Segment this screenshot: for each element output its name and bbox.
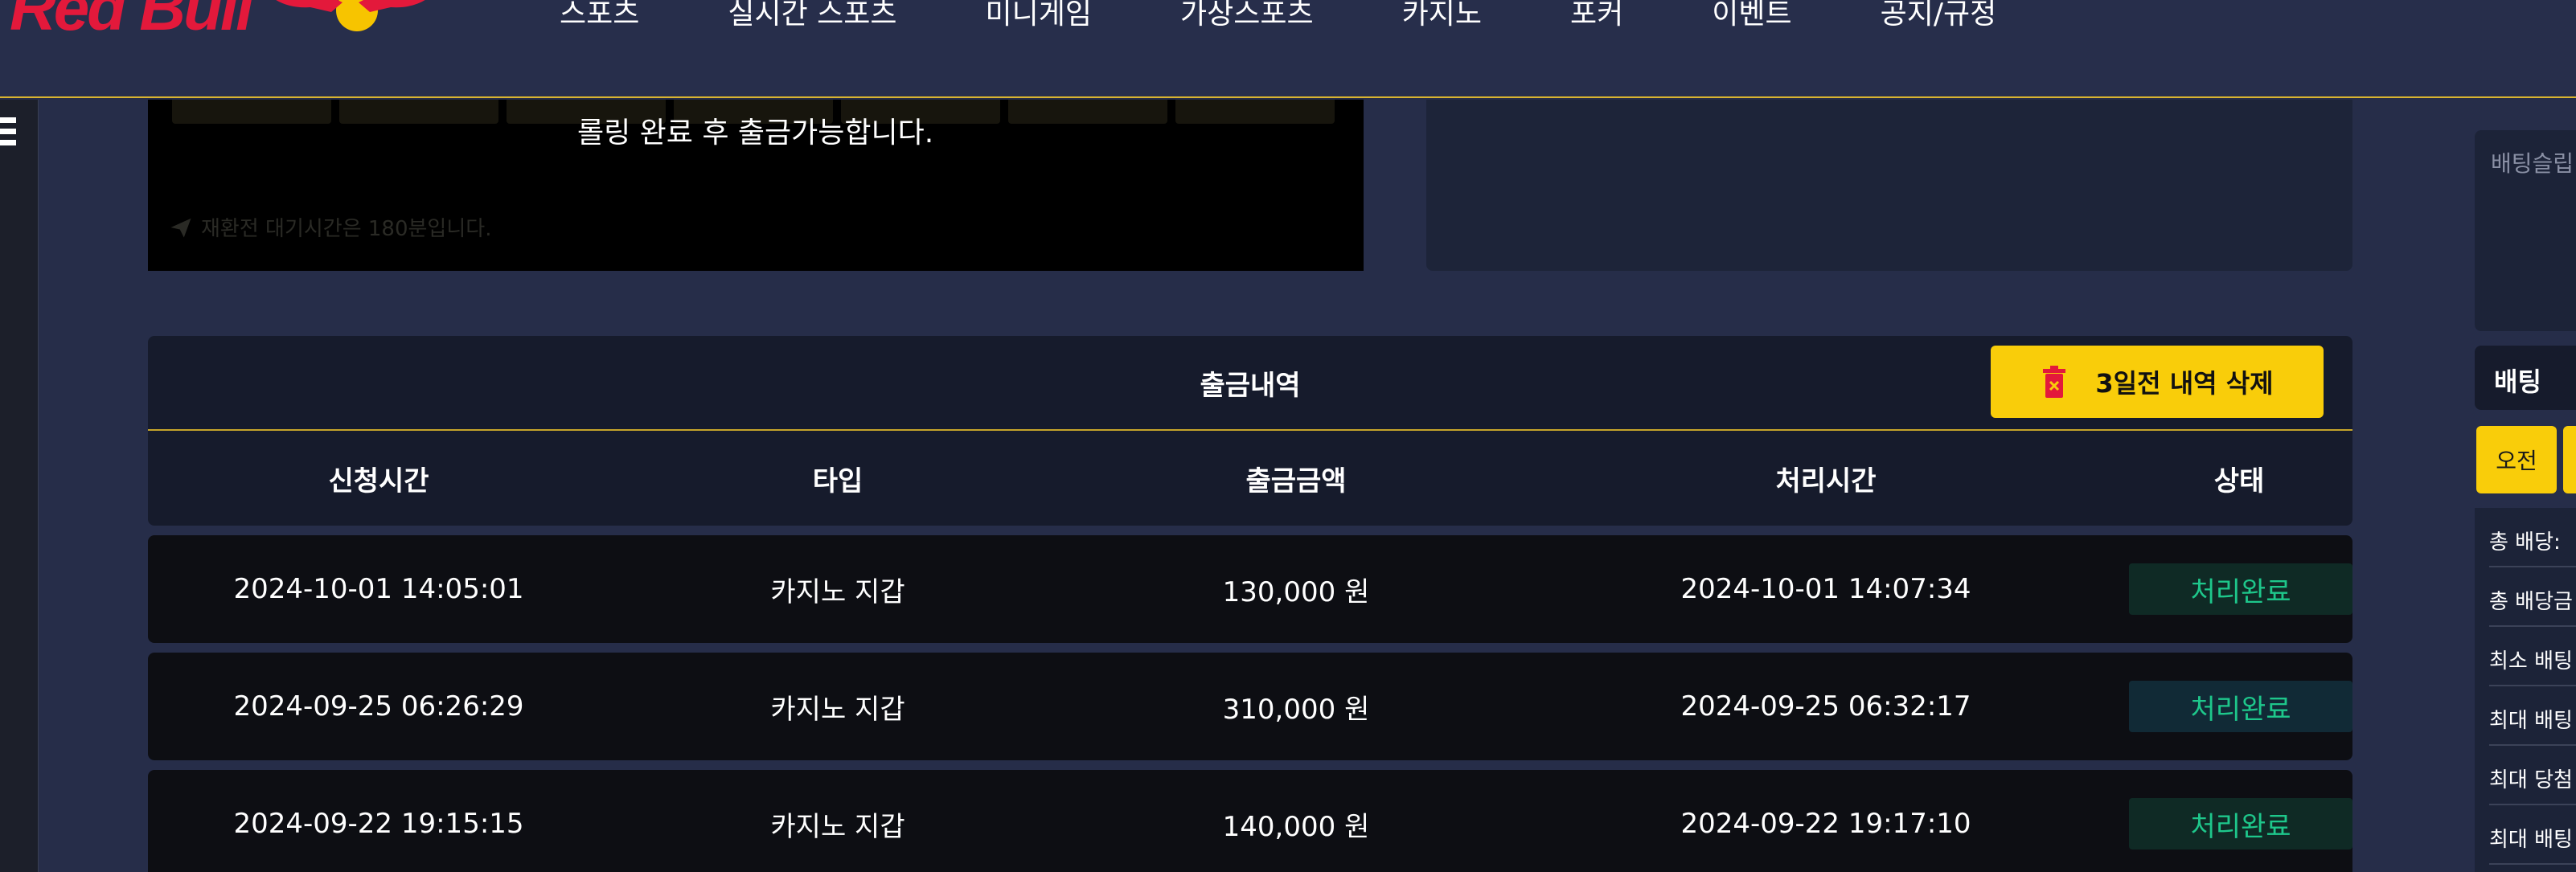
- column-header-status: 상태: [2213, 465, 2265, 497]
- bet-slip-area: 배팅슬립: [2475, 130, 2576, 331]
- cell-type: 카지노 지갑: [770, 693, 905, 726]
- status-badge: 처리완료: [2129, 681, 2352, 732]
- cell-status: 처리완료: [2126, 798, 2352, 849]
- table-row: 2024-10-01 14:05:01 카지노 지갑 130,000 원 202…: [148, 535, 2352, 643]
- cell-requested-time: 2024-09-22 19:15:15: [233, 808, 524, 840]
- bet-slip-secondary-button[interactable]: [2563, 426, 2576, 493]
- page: Red Bull 스포츠 실시간 스포츠 미니게임 가상스포츠 카지노 포커 이…: [0, 0, 2576, 872]
- stat-total-payout: 총 배당금: [2489, 567, 2576, 627]
- table-row: 2024-09-22 19:15:15 카지노 지갑 140,000 원 202…: [148, 770, 2352, 872]
- amount-tab[interactable]: [172, 100, 331, 124]
- bet-slip-placeholder: 배팅슬립: [2491, 150, 2574, 177]
- hamburger-menu-icon[interactable]: [0, 117, 16, 151]
- main-nav: 스포츠 실시간 스포츠 미니게임 가상스포츠 카지노 포커 이벤트 공지/규정: [560, 0, 2085, 32]
- table-header-bar: 출금내역 3일전 내역 삭제: [148, 336, 2352, 431]
- stat-max-win: 최대 당첨: [2489, 746, 2576, 805]
- stat-min-bet: 최소 배팅: [2489, 627, 2576, 686]
- left-rail: [0, 100, 39, 872]
- red-bull-emblem-icon: [276, 0, 426, 31]
- status-badge: 처리완료: [2129, 563, 2352, 615]
- delete-button-label: 3일전 내역 삭제: [2095, 368, 2274, 399]
- cell-requested-time: 2024-09-25 06:26:29: [233, 690, 524, 723]
- nav-item-minigame[interactable]: 미니게임: [986, 0, 1092, 32]
- column-header-processed-time: 처리시간: [1775, 465, 1877, 497]
- nav-item-live-sports[interactable]: 실시간 스포츠: [728, 0, 896, 32]
- status-badge: 처리완료: [2129, 798, 2352, 849]
- withdrawal-history-table: 출금내역 3일전 내역 삭제 신청시간 타입 출금금액 처리시간 상태 2024…: [148, 336, 2352, 872]
- paper-plane-icon: [170, 218, 191, 237]
- amount-tab[interactable]: [1008, 100, 1167, 124]
- cell-status: 처리완료: [2126, 563, 2352, 615]
- cell-amount: 140,000 원: [1222, 810, 1370, 843]
- amount-tab[interactable]: [339, 100, 498, 124]
- cell-status: 처리완료: [2126, 681, 2352, 732]
- bet-slip-am-button[interactable]: 오전: [2476, 426, 2557, 493]
- bet-slip-header-label: 배팅: [2494, 366, 2541, 397]
- cell-processed-time: 2024-09-22 19:17:10: [1680, 808, 1971, 840]
- bet-slip-header: 배팅: [2475, 346, 2576, 410]
- top-header: Red Bull 스포츠 실시간 스포츠 미니게임 가상스포츠 카지노 포커 이…: [0, 0, 2576, 98]
- column-header-requested-time: 신청시간: [328, 465, 429, 497]
- nav-item-poker[interactable]: 포커: [1570, 0, 1623, 32]
- rewithdraw-wait-notice: 재환전 대기시간은 180분입니다.: [169, 212, 491, 242]
- nav-item-virtual-sports[interactable]: 가상스포츠: [1180, 0, 1314, 32]
- stat-total-odds: 총 배당:: [2489, 508, 2576, 567]
- info-panel: [1426, 100, 2352, 271]
- brand-logo[interactable]: Red Bull: [10, 0, 439, 43]
- bet-slip-stats: 총 배당: 총 배당금 최소 배팅 최대 배팅 최대 당첨 최대 배팅: [2475, 508, 2576, 872]
- cell-type: 카지노 지갑: [770, 575, 905, 608]
- column-header-type: 타입: [812, 465, 863, 497]
- brand-logo-text: Red Bull: [10, 0, 253, 43]
- nav-item-event[interactable]: 이벤트: [1712, 0, 1791, 32]
- column-header-amount: 출금금액: [1245, 465, 1347, 497]
- rewithdraw-wait-text: 재환전 대기시간은 180분입니다.: [201, 217, 492, 241]
- rolling-notice-text: 롤링 완료 후 출금가능합니다.: [577, 117, 934, 149]
- stat-max-bet-2: 최대 배팅: [2489, 805, 2576, 865]
- cell-processed-time: 2024-10-01 14:07:34: [1680, 573, 1971, 605]
- cell-processed-time: 2024-09-25 06:32:17: [1680, 690, 1971, 723]
- nav-item-casino[interactable]: 카지노: [1402, 0, 1482, 32]
- trash-icon: [2043, 366, 2066, 398]
- cell-amount: 130,000 원: [1222, 575, 1370, 608]
- stat-max-bet: 최대 배팅: [2489, 686, 2576, 746]
- amount-tab[interactable]: [1175, 100, 1335, 124]
- nav-item-sports[interactable]: 스포츠: [560, 0, 639, 32]
- delete-3day-history-button[interactable]: 3일전 내역 삭제: [1991, 346, 2324, 418]
- cell-amount: 310,000 원: [1222, 693, 1370, 726]
- cell-requested-time: 2024-10-01 14:05:01: [233, 573, 524, 605]
- cell-type: 카지노 지갑: [770, 810, 905, 843]
- table-column-header: 신청시간 타입 출금금액 처리시간 상태: [148, 431, 2352, 526]
- nav-item-notice-rules[interactable]: 공지/규정: [1881, 0, 1997, 32]
- withdrawal-notice-panel: 롤링 완료 후 출금가능합니다. 재환전 대기시간은 180분입니다.: [148, 100, 1364, 271]
- table-row: 2024-09-25 06:26:29 카지노 지갑 310,000 원 202…: [148, 653, 2352, 760]
